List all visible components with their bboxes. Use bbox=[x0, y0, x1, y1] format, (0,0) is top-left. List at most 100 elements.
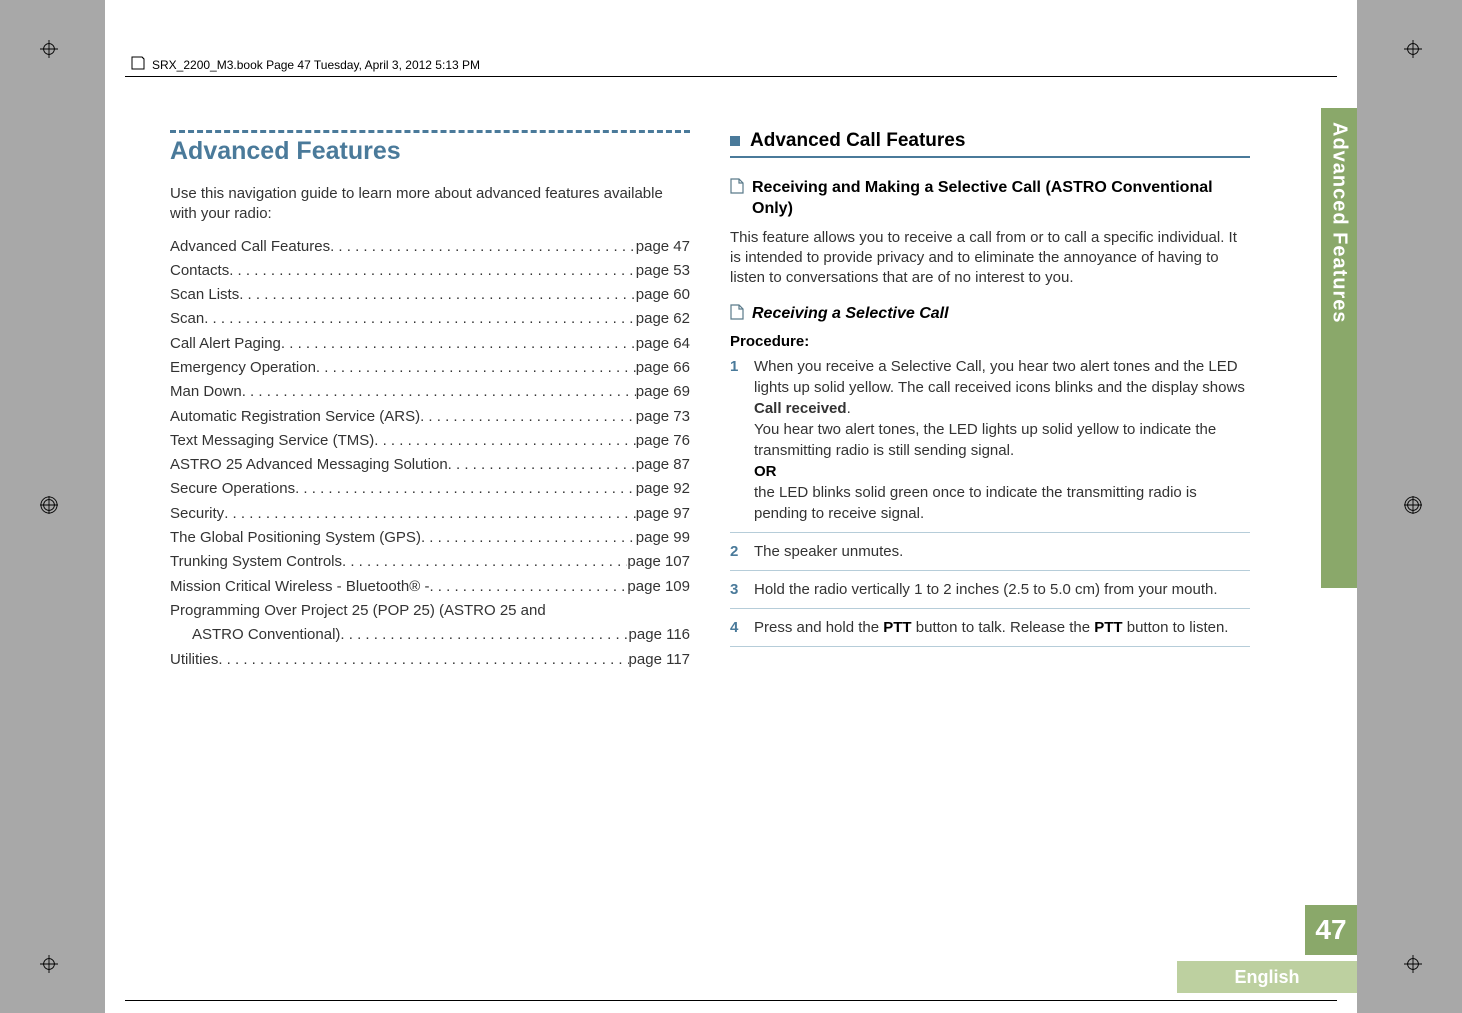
registration-mark-icon bbox=[40, 955, 58, 973]
step-text: button to listen. bbox=[1123, 619, 1229, 636]
toc-entry: Call Alert Pagingpage 64 bbox=[170, 332, 690, 356]
ptt-text: PTT bbox=[1094, 619, 1122, 636]
toc-entry: Emergency Operationpage 66 bbox=[170, 356, 690, 380]
toc-dots bbox=[224, 502, 636, 526]
left-column: Advanced Features Use this navigation gu… bbox=[170, 130, 690, 672]
toc-label: Scan Lists bbox=[170, 283, 239, 307]
toc-entry: Scan Lists page 60 bbox=[170, 283, 690, 307]
toc-entry: Secure Operations page 92 bbox=[170, 477, 690, 501]
toc-page: page 73 bbox=[636, 405, 690, 429]
toc-entry: Trunking System Controlspage 107 bbox=[170, 550, 690, 574]
toc-label: The Global Positioning System (GPS) bbox=[170, 526, 421, 550]
dashed-rule bbox=[170, 130, 690, 133]
display-text: Call received bbox=[754, 400, 847, 417]
toc-label: Advanced Call Features bbox=[170, 235, 330, 259]
toc-label: ASTRO 25 Advanced Messaging Solution bbox=[170, 453, 448, 477]
step: 4 Press and hold the PTT button to talk.… bbox=[730, 617, 1250, 647]
step-number: 4 bbox=[730, 617, 744, 638]
h2-rule bbox=[730, 156, 1250, 158]
toc-page: page 76 bbox=[636, 429, 690, 453]
toc-page: page 60 bbox=[636, 283, 690, 307]
step-body: The speaker unmutes. bbox=[754, 541, 903, 562]
footer-rule bbox=[125, 1000, 1337, 1001]
toc-label: Scan bbox=[170, 307, 204, 331]
step-body: When you receive a Selective Call, you h… bbox=[754, 356, 1250, 524]
section-title: Advanced Features bbox=[170, 137, 690, 166]
page-icon bbox=[730, 304, 744, 325]
book-icon bbox=[130, 55, 146, 74]
toc: Advanced Call Features page 47 Contacts pag… bbox=[170, 235, 690, 672]
registration-mark-icon bbox=[1404, 40, 1422, 58]
toc-dots bbox=[316, 356, 636, 380]
toc-label: Secure Operations bbox=[170, 477, 295, 501]
toc-page: page 97 bbox=[636, 502, 690, 526]
or-text: OR bbox=[754, 463, 777, 480]
step-text: . bbox=[847, 400, 851, 417]
step-body: Press and hold the PTT button to talk. R… bbox=[754, 617, 1228, 638]
side-tab: Advanced Features bbox=[1321, 108, 1357, 588]
toc-dots bbox=[421, 526, 636, 550]
toc-label: Text Messaging Service (TMS) bbox=[170, 429, 374, 453]
toc-dots bbox=[229, 259, 636, 283]
procedure-title: Receiving and Making a Selective Call (A… bbox=[752, 178, 1250, 220]
step-text: the LED blinks solid green once to indic… bbox=[754, 484, 1197, 522]
toc-dots bbox=[448, 453, 636, 477]
toc-label: ASTRO Conventional) bbox=[192, 623, 340, 647]
step-number: 2 bbox=[730, 541, 744, 562]
procedure-title-italic: Receiving a Selective Call bbox=[752, 304, 949, 325]
ptt-text: PTT bbox=[883, 619, 911, 636]
toc-entry: The Global Positioning System (GPS) page … bbox=[170, 526, 690, 550]
toc-label: Automatic Registration Service (ARS) bbox=[170, 405, 420, 429]
step: 2 The speaker unmutes. bbox=[730, 541, 1250, 571]
toc-page: page 47 bbox=[636, 235, 690, 259]
toc-dots bbox=[295, 477, 636, 501]
step: 3 Hold the radio vertically 1 to 2 inche… bbox=[730, 579, 1250, 609]
toc-page: page 109 bbox=[627, 575, 690, 599]
page-icon bbox=[730, 178, 744, 199]
procedure-heading-row: Receiving a Selective Call bbox=[730, 304, 1250, 325]
toc-dots bbox=[342, 550, 627, 574]
registration-mark-icon bbox=[40, 496, 58, 514]
page-number: 47 bbox=[1305, 905, 1357, 955]
toc-entry: ASTRO Conventional) page 116 bbox=[170, 623, 690, 647]
language-footer: English bbox=[1177, 961, 1357, 993]
book-info-text: SRX_2200_M3.book Page 47 Tuesday, April … bbox=[152, 58, 480, 72]
registration-mark-icon bbox=[1404, 955, 1422, 973]
toc-dots bbox=[281, 332, 636, 356]
toc-entry: Utilities page 117 bbox=[170, 648, 690, 672]
toc-dots bbox=[218, 648, 628, 672]
subsection-title: Advanced Call Features bbox=[750, 130, 965, 152]
toc-entry: Advanced Call Features page 47 bbox=[170, 235, 690, 259]
toc-dots bbox=[330, 235, 636, 259]
intro-text: Use this navigation guide to learn more … bbox=[170, 184, 690, 225]
toc-page: page 66 bbox=[636, 356, 690, 380]
toc-dots bbox=[420, 405, 636, 429]
toc-page: page 117 bbox=[629, 648, 690, 672]
toc-dots bbox=[429, 575, 627, 599]
square-bullet-icon bbox=[730, 136, 740, 146]
toc-entry: Scanpage 62 bbox=[170, 307, 690, 331]
header-rule bbox=[125, 76, 1337, 77]
toc-page: page 87 bbox=[636, 453, 690, 477]
toc-page: page 92 bbox=[636, 477, 690, 501]
toc-dots bbox=[204, 307, 636, 331]
toc-page: page 99 bbox=[636, 526, 690, 550]
procedure-heading-row: Receiving and Making a Selective Call (A… bbox=[730, 178, 1250, 220]
step-body: Hold the radio vertically 1 to 2 inches … bbox=[754, 579, 1218, 600]
registration-mark-icon bbox=[1404, 496, 1422, 514]
toc-entry: Programming Over Project 25 (POP 25) (AS… bbox=[170, 599, 690, 623]
toc-label: Utilities bbox=[170, 648, 218, 672]
toc-label: Call Alert Paging bbox=[170, 332, 281, 356]
toc-entry: Text Messaging Service (TMS) page 76 bbox=[170, 429, 690, 453]
step-text: You hear two alert tones, the LED lights… bbox=[754, 421, 1216, 459]
h2-row: Advanced Call Features bbox=[730, 130, 1250, 152]
toc-entry: ASTRO 25 Advanced Messaging Solution page… bbox=[170, 453, 690, 477]
toc-dots bbox=[340, 623, 628, 647]
step-text: button to talk. Release the bbox=[912, 619, 1095, 636]
toc-page: page 116 bbox=[629, 623, 690, 647]
toc-label: Contacts bbox=[170, 259, 229, 283]
toc-page: page 107 bbox=[627, 550, 690, 574]
book-header: SRX_2200_M3.book Page 47 Tuesday, April … bbox=[130, 55, 480, 74]
toc-dots bbox=[374, 429, 636, 453]
procedure-body: This feature allows you to receive a cal… bbox=[730, 228, 1250, 289]
